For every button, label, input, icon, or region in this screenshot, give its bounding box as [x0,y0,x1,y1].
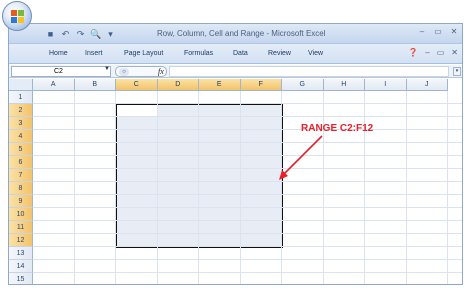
column-header-e[interactable]: E [199,79,241,91]
row-header-12[interactable]: 12 [9,234,33,247]
ribbon-tab-review[interactable]: Review [268,50,291,57]
row-header-9[interactable]: 9 [9,195,33,208]
row-header-2[interactable]: 2 [9,104,33,117]
gridline [33,103,462,104]
customize-qat-icon[interactable]: ▾ [105,29,116,40]
minimize-button[interactable]: – [418,27,426,36]
row-header-14[interactable]: 14 [9,260,33,273]
gridline [33,272,462,273]
gridline [239,91,241,284]
excel-window: ■ ↶ ↷ 🔍 ▾ Row, Column, Cell and Range - Micr… [8,23,463,285]
row-header-5[interactable]: 5 [9,143,33,156]
formula-bar: C2 ▼ ○ fx ▾ [9,65,462,78]
gridline [447,91,448,284]
window-controls: – ▭ ✕ [418,27,458,36]
column-header-f[interactable]: F [240,79,282,91]
formula-cancel-enter-icon[interactable]: ○ [119,68,129,76]
select-all-corner[interactable] [9,79,33,91]
gridline [322,91,324,284]
office-logo-icon [11,10,24,23]
gridline [33,259,462,260]
ribbon-tab-formulas[interactable]: Formulas [184,50,213,57]
quick-access-toolbar: ■ ↶ ↷ 🔍 ▾ [45,28,116,40]
ribbon-right-controls: ❓ – ▭ ✕ [408,48,458,57]
gridline [33,142,462,143]
name-box[interactable]: C2 [11,66,111,77]
gridline [33,246,462,247]
formula-controls: ○ fx [115,66,167,77]
worksheet-grid[interactable]: A B C D E F G H I J 1 2 3 4 5 6 7 8 9 10 11 12 13 14 15 [9,79,462,284]
column-header-a[interactable]: A [33,79,75,91]
gridline [405,91,407,284]
print-preview-icon[interactable]: 🔍 [90,29,101,40]
gridline [33,207,462,208]
ribbon-restore-button[interactable]: ▭ [437,48,445,57]
ribbon-tab-view[interactable]: View [308,50,323,57]
gridline [33,181,462,182]
save-icon[interactable]: ■ [45,29,56,40]
column-header-c[interactable]: C [116,79,158,91]
gridline [364,91,365,284]
undo-icon[interactable]: ↶ [60,29,71,40]
row-header-15[interactable]: 15 [9,273,33,284]
title-bar: ■ ↶ ↷ 🔍 ▾ Row, Column, Cell and Range - Micr… [9,24,462,44]
gridline [115,91,116,284]
ribbon-tab-bar: Home Insert Page Layout Formulas Data Review V… [9,44,462,64]
gridline [73,91,75,284]
row-header-4[interactable]: 4 [9,130,33,143]
gridline [33,194,462,195]
gridline [156,91,158,284]
office-button[interactable] [2,1,32,31]
window-title: Row, Column, Cell and Range - Microsoft … [157,29,326,38]
row-header-11[interactable]: 11 [9,221,33,234]
gridline [281,91,282,284]
formula-input[interactable] [169,66,449,77]
column-header-i[interactable]: I [365,79,407,91]
range-annotation-label: RANGE C2:F12 [301,123,374,134]
ribbon-minimize-button[interactable]: – [425,48,429,57]
row-header-8[interactable]: 8 [9,182,33,195]
gridline [33,233,462,234]
column-header-g[interactable]: G [282,79,324,91]
ribbon-tab-page-layout[interactable]: Page Layout [124,50,163,57]
row-header-6[interactable]: 6 [9,156,33,169]
row-header-1[interactable]: 1 [9,91,33,104]
gridline [33,168,462,169]
column-header-h[interactable]: H [323,79,365,91]
ribbon-tab-insert[interactable]: Insert [85,50,103,57]
help-icon[interactable]: ❓ [408,48,418,57]
range-border [115,103,283,248]
formula-bar-expand-icon[interactable]: ▾ [453,67,461,76]
gridline [33,155,462,156]
column-header-d[interactable]: D [157,79,199,91]
row-header-7[interactable]: 7 [9,169,33,182]
gridline [198,91,199,284]
ribbon-tab-data[interactable]: Data [233,50,248,57]
row-header-3[interactable]: 3 [9,117,33,130]
restore-button[interactable]: ▭ [434,27,442,36]
insert-function-button[interactable]: fx [158,67,164,76]
column-header-j[interactable]: J [406,79,448,91]
ribbon-close-button[interactable]: ✕ [451,48,458,57]
ribbon-tab-home[interactable]: Home [49,50,68,57]
name-box-dropdown-icon[interactable]: ▼ [104,66,110,72]
close-button[interactable]: ✕ [450,27,458,36]
gridline [33,220,462,221]
redo-icon[interactable]: ↷ [75,29,86,40]
gridline [33,116,462,117]
row-header-10[interactable]: 10 [9,208,33,221]
row-header-13[interactable]: 13 [9,247,33,260]
gridline [33,129,462,130]
column-header-b[interactable]: B [74,79,116,91]
